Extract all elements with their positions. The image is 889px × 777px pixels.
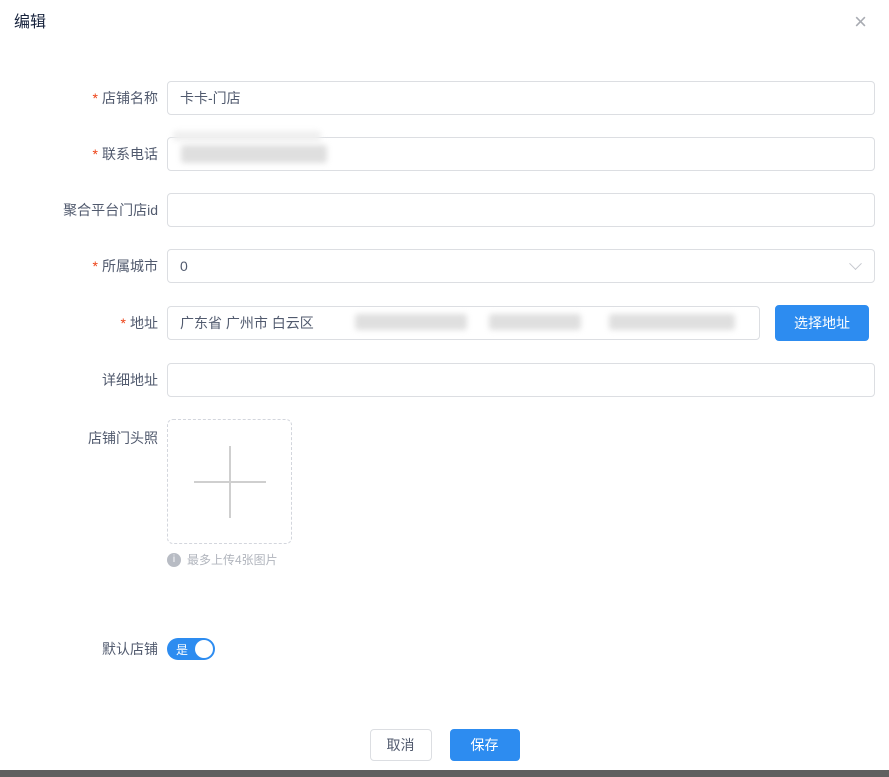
city-label-text: 所属城市 (102, 258, 158, 274)
edit-form: *店铺名称 *联系电话 聚合平台门店id (0, 81, 889, 660)
platform-id-label: 聚合平台门店id (0, 200, 158, 220)
storefront-photo-label-text: 店铺门头照 (88, 430, 158, 446)
cancel-button[interactable]: 取消 (370, 729, 432, 761)
required-asterisk: * (121, 315, 126, 331)
dialog-header: 编辑 × (0, 0, 889, 34)
default-store-label-text: 默认店铺 (102, 641, 158, 657)
edit-dialog: 编辑 × *店铺名称 *联系电话 聚合平台门店id (0, 0, 889, 761)
city-label: *所属城市 (0, 256, 158, 276)
required-asterisk: * (93, 258, 98, 274)
store-name-input[interactable] (167, 81, 875, 115)
dialog-footer: 取消 保存 (0, 729, 889, 761)
storefront-photo-label: 店铺门头照 (0, 419, 158, 448)
toggle-knob (195, 640, 213, 658)
upload-hint-text: 最多上传4张图片 (187, 551, 278, 568)
detail-address-input[interactable] (167, 363, 875, 397)
form-row-store-name: *店铺名称 (0, 81, 889, 115)
save-button[interactable]: 保存 (450, 729, 520, 761)
address-label-text: 地址 (130, 315, 158, 331)
form-row-default-store: 默认店铺 是 (0, 638, 889, 660)
choose-address-button[interactable]: 选择地址 (775, 305, 869, 341)
city-select-value: 0 (180, 258, 188, 274)
upload-hint: i 最多上传4张图片 (167, 551, 278, 568)
required-asterisk: * (93, 90, 98, 106)
store-name-label: *店铺名称 (0, 88, 158, 108)
photo-upload-box[interactable] (167, 419, 292, 544)
default-store-label: 默认店铺 (0, 639, 158, 659)
default-store-toggle[interactable]: 是 (167, 638, 215, 660)
info-icon: i (167, 553, 181, 567)
window-bottom-edge (0, 770, 889, 777)
form-row-platform-id: 聚合平台门店id (0, 193, 889, 227)
redaction-blur (181, 145, 327, 163)
platform-id-input[interactable] (167, 193, 875, 227)
required-asterisk: * (93, 146, 98, 162)
form-row-storefront-photo: 店铺门头照 i 最多上传4张图片 (0, 419, 889, 568)
city-select[interactable]: 0 (167, 249, 875, 283)
plus-icon (194, 446, 266, 518)
form-row-city: *所属城市 0 (0, 249, 889, 283)
dialog-title: 编辑 (14, 12, 46, 34)
chevron-down-icon (849, 257, 862, 270)
redaction-blur (173, 131, 321, 141)
address-label: *地址 (0, 313, 158, 333)
detail-address-label: 详细地址 (0, 370, 158, 390)
redaction-blur (355, 314, 467, 330)
phone-label-text: 联系电话 (102, 146, 158, 162)
toggle-state-label: 是 (176, 641, 188, 658)
form-row-phone: *联系电话 (0, 137, 889, 171)
redaction-blur (609, 314, 735, 330)
redaction-blur (489, 314, 581, 330)
detail-address-label-text: 详细地址 (102, 372, 158, 388)
form-row-address: *地址 选择地址 (0, 305, 889, 341)
platform-id-label-text: 聚合平台门店id (63, 202, 158, 218)
form-row-detail-address: 详细地址 (0, 363, 889, 397)
close-icon[interactable]: × (848, 12, 873, 32)
phone-label: *联系电话 (0, 144, 158, 164)
store-name-label-text: 店铺名称 (102, 90, 158, 106)
